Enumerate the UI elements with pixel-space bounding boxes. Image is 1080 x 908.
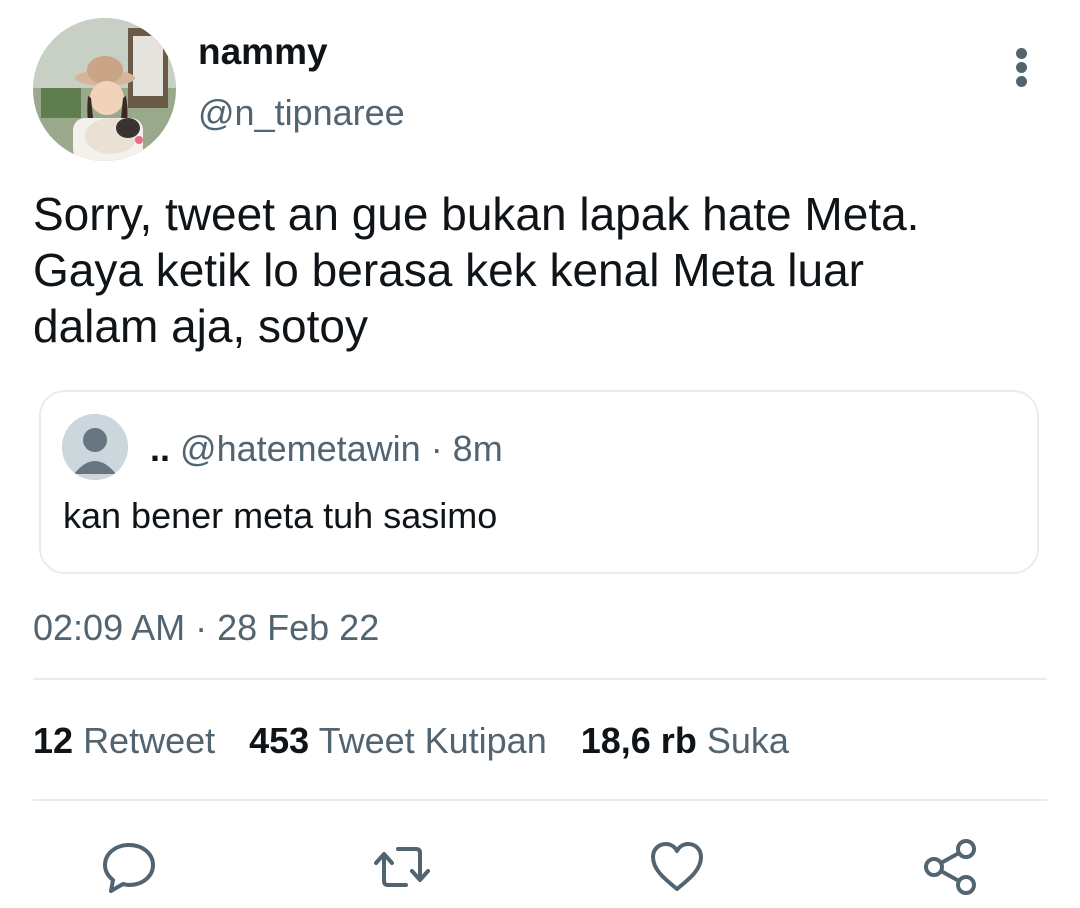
quotes-count: 453 — [249, 720, 310, 761]
divider — [33, 799, 1047, 801]
divider — [33, 678, 1047, 680]
likes-label: Suka — [706, 720, 789, 761]
retweet-button[interactable] — [370, 835, 434, 899]
quoted-author-handle-time: @hatemetawin · 8m — [180, 428, 503, 469]
quotes-stat[interactable]: 453 Tweet Kutipan — [249, 720, 547, 762]
tweet-timestamp[interactable]: 02:09 AM · 28 Feb 22 — [33, 607, 379, 649]
heart-icon — [651, 842, 703, 891]
author-avatar[interactable] — [33, 18, 176, 161]
likes-count: 18,6 rb — [580, 720, 697, 761]
tweet-text-line: Sorry, tweet an gue bukan lapak hate Met… — [33, 188, 920, 240]
tweet-text-line: dalam aja, sotoy — [33, 300, 368, 352]
more-vertical-icon — [1016, 48, 1027, 59]
more-vertical-icon-dot — [1016, 76, 1027, 87]
reply-icon — [103, 843, 155, 893]
share-button[interactable] — [918, 835, 982, 899]
tweet-text: Sorry, tweet an gue bukan lapak hate Met… — [33, 186, 1043, 354]
tweet-text-line: Gaya ketik lo berasa kek kenal Meta luar — [33, 244, 864, 296]
quoted-tweet-card[interactable] — [39, 390, 1039, 574]
quoted-tweet-text: kan bener meta tuh sasimo — [63, 495, 498, 536]
more-options-button[interactable] — [1005, 44, 1039, 88]
tweet-stats: 12 Retweet 453 Tweet Kutipan 18,6 rb Suk… — [33, 720, 823, 762]
share-icon — [924, 839, 976, 895]
retweets-stat[interactable]: 12 Retweet — [33, 720, 215, 762]
reply-button[interactable] — [97, 835, 161, 899]
likes-stat[interactable]: 18,6 rb Suka — [581, 720, 789, 762]
retweet-icon — [374, 847, 430, 887]
quoted-author-avatar — [62, 414, 128, 480]
retweets-count: 12 — [33, 720, 74, 761]
like-button[interactable] — [645, 835, 709, 899]
quoted-author-name: .. — [150, 428, 171, 469]
more-vertical-icon-dot — [1016, 62, 1027, 73]
author-display-name[interactable]: nammy — [198, 30, 328, 74]
quoted-tweet-meta: .. @hatemetawin · 8m — [150, 428, 503, 470]
quotes-label: Tweet Kutipan — [318, 720, 547, 761]
author-handle[interactable]: @n_tipnaree — [198, 92, 405, 134]
retweets-label: Retweet — [83, 720, 216, 761]
